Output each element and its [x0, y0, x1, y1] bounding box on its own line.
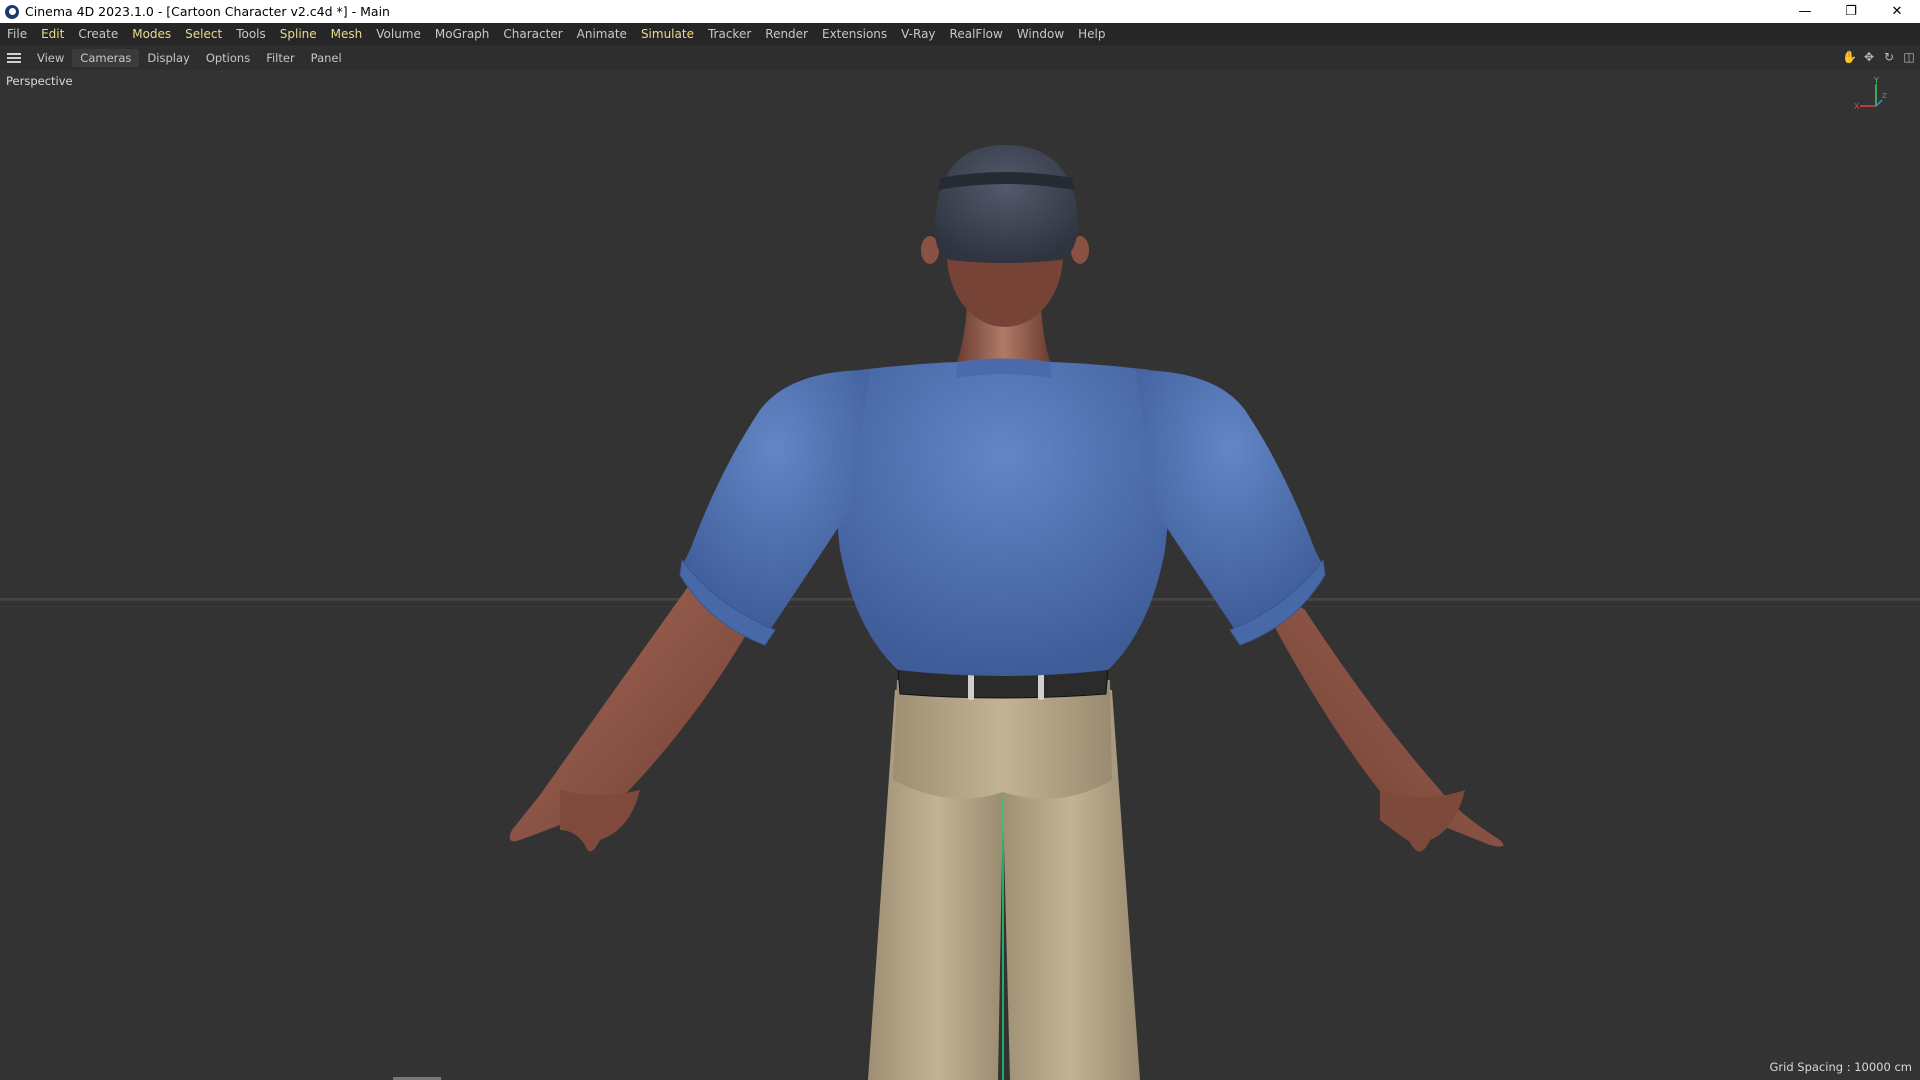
- menu-select[interactable]: Select: [178, 27, 229, 41]
- window-title: Cinema 4D 2023.1.0 - [Cartoon Character …: [25, 4, 390, 19]
- menu-extensions[interactable]: Extensions: [815, 27, 894, 41]
- axis-z-label: Z: [1882, 92, 1887, 100]
- window-controls: — ❐ ✕: [1782, 0, 1920, 23]
- menu-simulate[interactable]: Simulate: [634, 27, 701, 41]
- menu-edit[interactable]: Edit: [34, 27, 71, 41]
- menu-create[interactable]: Create: [71, 27, 125, 41]
- rotate-icon[interactable]: ↻: [1882, 50, 1896, 64]
- axis-gizmo-icon: Y X Z: [1854, 76, 1887, 111]
- menu-window[interactable]: Window: [1010, 27, 1071, 41]
- menu-mograph[interactable]: MoGraph: [428, 27, 497, 41]
- right-hand: [1380, 790, 1465, 852]
- move-arrows-icon[interactable]: ✥: [1862, 50, 1876, 64]
- viewport-menu-options[interactable]: Options: [198, 49, 258, 67]
- main-menu-bar: File Edit Create Modes Select Tools Spline Mesh…: [0, 23, 1920, 45]
- menu-mesh[interactable]: Mesh: [324, 27, 370, 41]
- cinema4d-logo-icon: [5, 4, 19, 19]
- menu-file[interactable]: File: [0, 27, 34, 41]
- axis-x-label: X: [1854, 102, 1860, 111]
- menu-tools[interactable]: Tools: [229, 27, 273, 41]
- viewport-menu-filter[interactable]: Filter: [258, 49, 302, 67]
- viewport-menu-view[interactable]: View: [29, 49, 72, 67]
- axis-y-label: Y: [1873, 76, 1879, 85]
- title-bar: Cinema 4D 2023.1.0 - [Cartoon Character …: [0, 0, 1920, 23]
- menu-tracker[interactable]: Tracker: [701, 27, 758, 41]
- menu-volume[interactable]: Volume: [369, 27, 428, 41]
- grid-spacing-readout: Grid Spacing : 10000 cm: [1769, 1060, 1913, 1074]
- hat: [935, 145, 1078, 263]
- perspective-viewport[interactable]: Perspective Y X Z Grid Spacing : 10000 c…: [0, 70, 1920, 1080]
- viewport-camera-label[interactable]: Perspective: [6, 74, 73, 88]
- menu-animate[interactable]: Animate: [570, 27, 634, 41]
- menu-character[interactable]: Character: [496, 27, 569, 41]
- menu-help[interactable]: Help: [1071, 27, 1112, 41]
- shirt-torso: [835, 361, 1170, 676]
- menu-realflow[interactable]: RealFlow: [943, 27, 1010, 41]
- viewport-menu-items: View Cameras Display Options Filter Panel: [29, 48, 350, 67]
- menu-render[interactable]: Render: [758, 27, 815, 41]
- viewport-menu-display[interactable]: Display: [139, 49, 197, 67]
- menu-spline[interactable]: Spline: [273, 27, 324, 41]
- close-button[interactable]: ✕: [1874, 0, 1920, 23]
- hamburger-menu-icon[interactable]: [7, 52, 21, 63]
- left-hand: [560, 790, 640, 852]
- restore-button[interactable]: ❐: [1828, 0, 1874, 23]
- viewport-menu-bar: View Cameras Display Options Filter Panel ✋ ✥…: [0, 45, 1920, 71]
- pan-hand-icon[interactable]: ✋: [1842, 50, 1857, 64]
- maximize-view-icon[interactable]: ◫: [1902, 50, 1916, 64]
- viewport-menu-panel[interactable]: Panel: [303, 49, 350, 67]
- minimize-button[interactable]: —: [1782, 0, 1828, 23]
- menu-modes[interactable]: Modes: [125, 27, 178, 41]
- viewport-nav-icons: ✋ ✥ ↻ ◫: [1842, 50, 1916, 64]
- menu-v-ray[interactable]: V-Ray: [894, 27, 942, 41]
- viewport-menu-cameras[interactable]: Cameras: [72, 48, 140, 67]
- character-model[interactable]: [0, 70, 1920, 1080]
